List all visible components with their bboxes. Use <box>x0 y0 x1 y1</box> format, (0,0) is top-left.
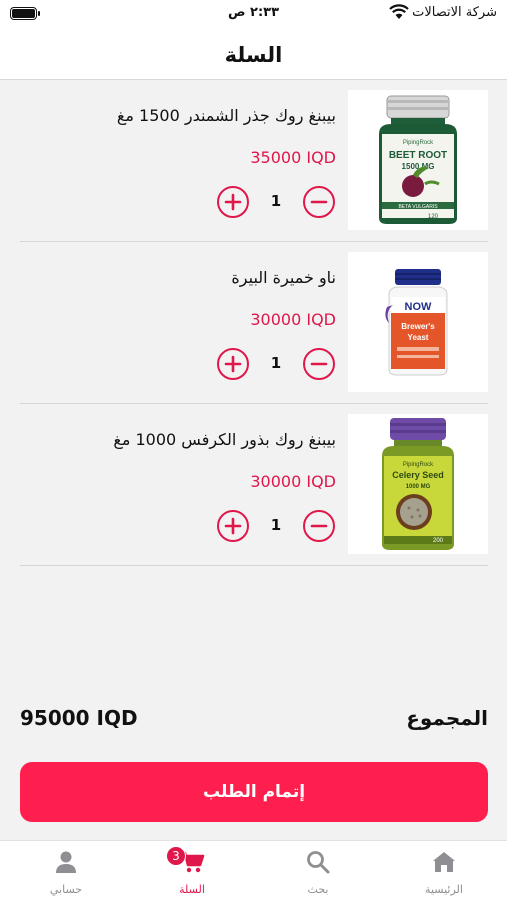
celery-brand-text: PipingRock <box>403 462 434 468</box>
increase-quantity-button[interactable] <box>217 510 249 542</box>
yeast-brand-text: NOW <box>405 301 433 313</box>
quantity-value: 1 <box>270 192 282 210</box>
minus-icon <box>310 362 328 366</box>
celery-line1-text: Celery Seed <box>392 470 444 480</box>
product-image[interactable]: PipingRock BEET ROOT 1500 MG BETA VULGAR… <box>348 90 488 230</box>
total-value: 95000 IQD <box>20 706 138 730</box>
quantity-value: 1 <box>270 354 282 372</box>
increase-quantity-button[interactable] <box>217 348 249 380</box>
plus-icon <box>224 517 242 535</box>
celery-seed-bottle-icon: PipingRock Celery Seed 1000 MG 200 <box>382 418 454 550</box>
tab-home-label: الرئيسية <box>425 883 463 896</box>
checkout-button-label: إتمام الطلب <box>202 782 306 802</box>
tab-search-label: بحث <box>307 883 329 896</box>
wifi-icon <box>389 4 409 19</box>
celery-count-text: 200 <box>433 538 444 544</box>
checkout-button[interactable]: إتمام الطلب <box>20 762 488 822</box>
tab-cart-label: السلة <box>179 883 205 896</box>
product-price: 30000 IQD <box>250 310 336 329</box>
tab-home[interactable]: الرئيسية <box>381 841 507 900</box>
cart-count-badge: 3 <box>166 846 186 866</box>
tab-account[interactable]: حسابي <box>3 841 129 900</box>
brewers-yeast-bottle-icon: NOW Brewer's Yeast <box>385 269 448 376</box>
status-time: ٢:٣٣ ص <box>228 5 280 20</box>
quantity-stepper: 1 <box>217 186 335 218</box>
product-name: بيبنغ روك جذر الشمندر 1500 مغ <box>116 106 336 125</box>
plus-icon <box>224 193 242 211</box>
decrease-quantity-button[interactable] <box>303 186 335 218</box>
yeast-line1-text: Brewer's <box>401 322 435 331</box>
beet-brand-text: PipingRock <box>403 140 434 146</box>
cart-list: PipingRock BEET ROOT 1500 MG BETA VULGAR… <box>20 80 488 566</box>
celery-line2-text: 1000 MG <box>406 484 431 490</box>
minus-icon <box>310 200 328 204</box>
product-price: 30000 IQD <box>250 472 336 491</box>
page-title: السلة <box>224 42 283 67</box>
increase-quantity-button[interactable] <box>217 186 249 218</box>
beet-line3-text: BETA VULGARIS <box>398 204 438 210</box>
search-icon <box>307 851 330 874</box>
quantity-value: 1 <box>270 516 282 534</box>
home-icon <box>433 852 455 872</box>
quantity-stepper: 1 <box>217 348 335 380</box>
minus-icon <box>310 524 328 528</box>
beet-line1-text: BEET ROOT <box>389 150 447 161</box>
tab-search[interactable]: بحث <box>255 841 381 900</box>
battery-icon <box>10 7 40 20</box>
product-price: 35000 IQD <box>250 148 336 167</box>
tab-bar: الرئيسية بحث 3 السلة حسابي <box>0 840 507 900</box>
carrier-name: شركة الاتصالات <box>412 5 497 20</box>
quantity-stepper: 1 <box>217 510 335 542</box>
person-icon <box>56 851 76 873</box>
beet-root-bottle-icon: PipingRock BEET ROOT 1500 MG BETA VULGAR… <box>379 95 457 224</box>
yeast-line2-text: Yeast <box>408 333 429 342</box>
cart-item: NOW Brewer's Yeast ناو خميرة البيرة 3000… <box>20 242 488 404</box>
page-header: السلة <box>0 30 507 80</box>
plus-icon <box>224 355 242 373</box>
tab-cart[interactable]: 3 السلة <box>129 841 255 900</box>
total-label: المجموع <box>406 706 488 730</box>
decrease-quantity-button[interactable] <box>303 348 335 380</box>
product-name: بيبنغ روك بذور الكرفس 1000 مغ <box>113 430 336 449</box>
product-name: ناو خميرة البيرة <box>231 268 336 287</box>
status-bar: شركة الاتصالات ٢:٣٣ ص <box>0 0 507 30</box>
cart-item: PipingRock BEET ROOT 1500 MG BETA VULGAR… <box>20 80 488 242</box>
beet-count-text: 120 <box>428 214 439 220</box>
tab-account-label: حسابي <box>49 883 83 896</box>
cart-total: المجموع 95000 IQD <box>20 706 488 736</box>
cart-item: PipingRock Celery Seed 1000 MG 200 بيبنغ… <box>20 404 488 566</box>
decrease-quantity-button[interactable] <box>303 510 335 542</box>
product-image[interactable]: NOW Brewer's Yeast <box>348 252 488 392</box>
product-image[interactable]: PipingRock Celery Seed 1000 MG 200 <box>348 414 488 554</box>
